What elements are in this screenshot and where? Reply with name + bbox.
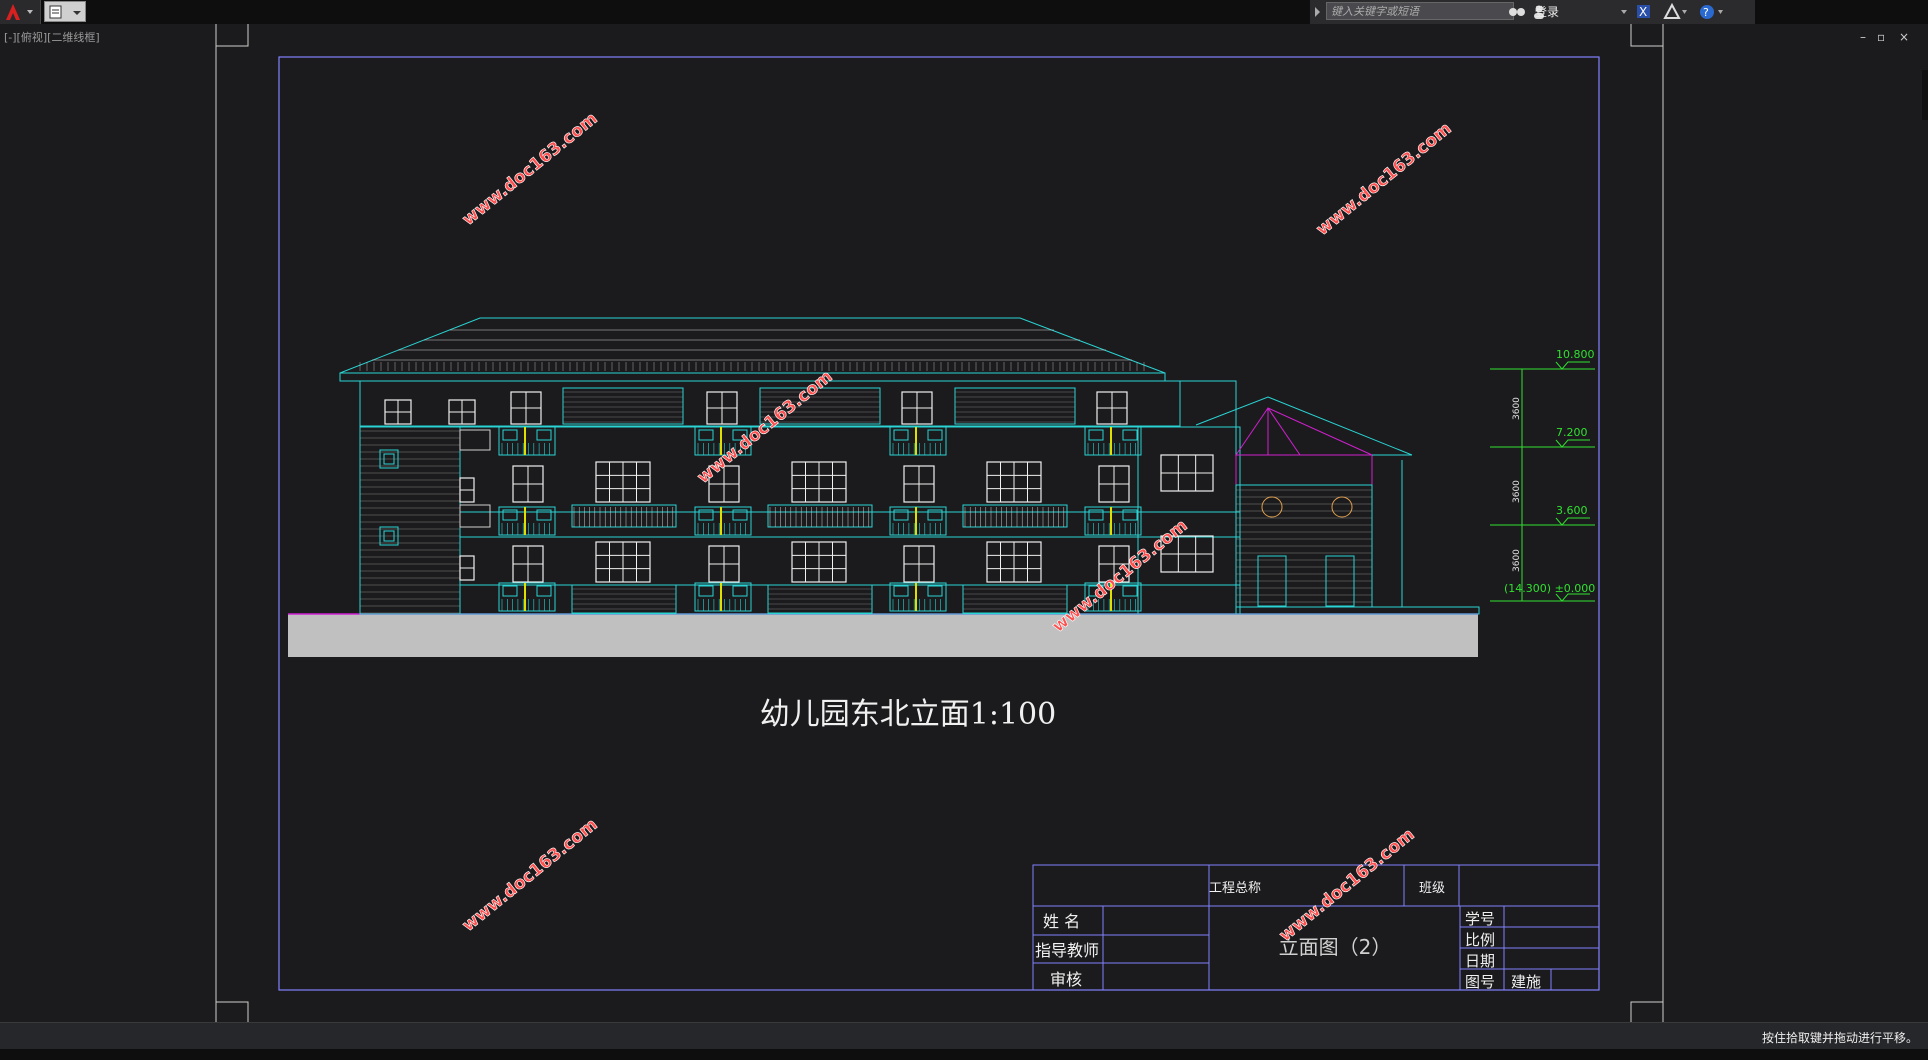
bottom-strip <box>0 1049 1928 1060</box>
watermark-2: www.doc163.com <box>1313 119 1456 240</box>
window <box>1096 391 1128 425</box>
name-label: 姓 名 <box>1043 912 1080 931</box>
dim-floor-2: 3600 <box>1512 480 1522 503</box>
windows <box>379 387 1214 614</box>
status-text: 按住拾取键并拖动进行平移。 <box>1761 1031 1918 1045</box>
railing <box>571 504 677 614</box>
window <box>791 461 847 503</box>
class-label: 班级 <box>1419 881 1445 896</box>
dim-floor-1: 3600 <box>1512 549 1522 572</box>
review-label: 审核 <box>1050 970 1082 989</box>
window <box>384 399 412 425</box>
ground-slab <box>288 614 1478 657</box>
date-label: 日期 <box>1465 952 1495 970</box>
title-block <box>1032 864 1600 991</box>
window <box>708 545 740 583</box>
drawing-no-label: 图号 <box>1465 973 1495 991</box>
window <box>1098 465 1130 503</box>
dim-floor-3: 3600 <box>1512 397 1522 420</box>
window <box>903 465 935 503</box>
railing <box>962 504 1068 614</box>
watermark-6: www.doc163.com <box>1276 825 1419 946</box>
window <box>706 391 738 425</box>
balcony <box>1084 426 1142 456</box>
window <box>986 461 1042 503</box>
balcony <box>889 582 947 612</box>
window <box>903 545 935 583</box>
watermark-5: www.doc163.com <box>459 815 602 936</box>
elevation-markers <box>1490 361 1595 602</box>
balcony <box>889 506 947 536</box>
student-id-label: 学号 <box>1465 910 1495 928</box>
balcony <box>498 426 556 456</box>
paper-margin-marks <box>215 24 1664 1022</box>
window <box>459 555 475 581</box>
window <box>448 399 476 425</box>
window <box>512 545 544 583</box>
window <box>986 541 1042 583</box>
level-0000: (14.300) ±0.000 <box>1504 582 1595 595</box>
drawing-no-value: 建施 <box>1511 973 1541 991</box>
level-10800: 10.800 <box>1556 348 1595 361</box>
railing <box>767 504 873 614</box>
brick-panel <box>562 387 684 425</box>
window <box>459 477 475 503</box>
window <box>595 541 651 583</box>
window <box>512 465 544 503</box>
brick-panel <box>954 387 1076 425</box>
window <box>791 541 847 583</box>
balcony <box>1084 506 1142 536</box>
window <box>901 391 933 425</box>
project-label: 工程总称 <box>1209 881 1261 896</box>
window <box>595 461 651 503</box>
advisor-label: 指导教师 <box>1035 941 1099 960</box>
scale-label: 比例 <box>1465 931 1495 949</box>
drawing-canvas[interactable]: 10.800 7.200 3.600 (14.300) ±0.000 3600 … <box>0 0 1928 1022</box>
balcony <box>694 582 752 612</box>
level-3600: 3.600 <box>1556 504 1588 517</box>
level-7200: 7.200 <box>1556 426 1588 439</box>
pavilion <box>1195 396 1480 615</box>
window <box>510 391 542 425</box>
balcony <box>498 506 556 536</box>
watermark-1: www.doc163.com <box>459 109 602 230</box>
drawing-title: 幼儿园东北立面1:100 <box>760 697 1056 732</box>
status-bar: 按住拾取键并拖动进行平移。 <box>0 1022 1928 1049</box>
balcony <box>694 506 752 536</box>
balcony <box>889 426 947 456</box>
balcony <box>498 582 556 612</box>
window <box>1160 454 1214 492</box>
